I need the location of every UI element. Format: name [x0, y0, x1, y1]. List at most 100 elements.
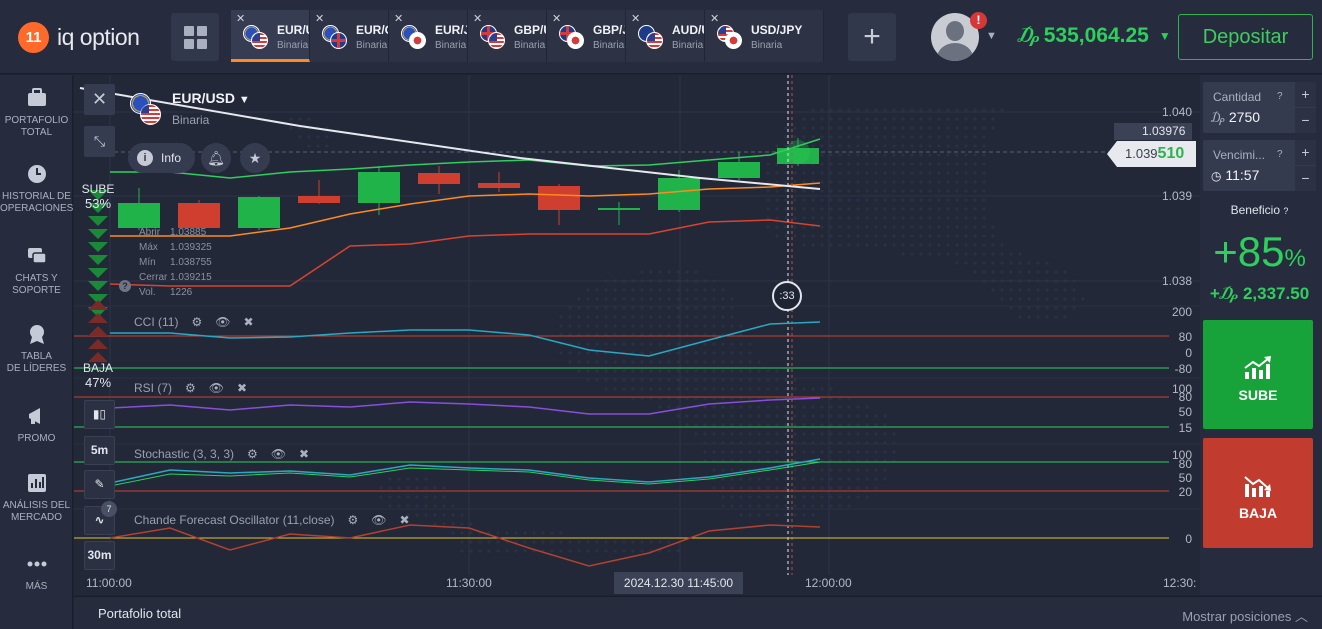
decrease-amount-button[interactable]: − — [1295, 108, 1316, 133]
help-icon[interactable]: ? — [119, 280, 131, 292]
ohlc-value: 1.039215 — [170, 272, 212, 283]
map-dot — [676, 369, 680, 373]
close-icon[interactable]: ✖ — [243, 315, 253, 329]
favorite-button[interactable]: ★ — [240, 143, 270, 173]
map-dot — [874, 126, 878, 130]
indicator-count-badge: 7 — [101, 501, 117, 517]
call-button[interactable]: SUBE — [1203, 320, 1313, 429]
map-dot — [847, 477, 851, 481]
map-dot — [649, 387, 653, 391]
tab-usd-jpy[interactable]: ✕ USD/JPY Binaria — [705, 10, 824, 62]
tab-gbp-j[interactable]: ✕ GBP/J Binaria — [547, 10, 626, 62]
us-flag-icon — [646, 32, 663, 49]
map-dot — [1036, 270, 1040, 274]
close-icon[interactable]: ✕ — [394, 12, 403, 25]
map-dot — [406, 495, 410, 499]
put-button[interactable]: BAJA — [1203, 438, 1313, 548]
map-dot — [640, 297, 644, 301]
close-icon[interactable]: ✕ — [631, 12, 640, 25]
logo[interactable]: 11 iq option — [18, 22, 140, 53]
map-dot — [613, 297, 617, 301]
map-dot — [640, 369, 644, 373]
gear-icon[interactable]: ⚙ — [247, 447, 258, 461]
alert-button[interactable]: 🔔︎ — [201, 143, 231, 173]
gear-icon[interactable]: ⚙ — [191, 315, 202, 329]
tab-gbp-u[interactable]: ✕ GBP/U Binaria — [468, 10, 547, 62]
map-dot — [685, 324, 689, 328]
chevron-down-icon[interactable]: ▼ — [986, 30, 997, 42]
assets-grid-button[interactable] — [171, 13, 219, 61]
close-icon[interactable]: ✕ — [710, 12, 719, 25]
sidebar-item-4[interactable]: PROMO — [0, 405, 73, 445]
draw-tool-button[interactable]: ✎ — [84, 470, 115, 499]
increase-amount-button[interactable]: + — [1295, 82, 1316, 107]
info-button[interactable]: i Info — [128, 143, 195, 173]
sidebar-item-3[interactable]: TABLA DE LÍDERES — [0, 323, 73, 375]
deposit-button[interactable]: Depositar — [1178, 14, 1313, 60]
expiry-value[interactable]: ◷ 11:57 — [1211, 167, 1259, 183]
gear-icon[interactable]: ⚙ — [348, 513, 359, 527]
close-icon[interactable]: ✖ — [400, 513, 410, 527]
map-dot — [919, 126, 923, 130]
balance[interactable]: ₯ 535,064.25 ▼ — [1018, 24, 1171, 48]
expiry-field[interactable]: Vencimi... ? ◷ 11:57 + − — [1203, 140, 1316, 191]
map-dot — [874, 432, 878, 436]
asset-name[interactable]: EUR/USD ▼ — [172, 90, 250, 106]
tab-eur-u[interactable]: ✕ EUR/U Binaria — [231, 10, 310, 62]
map-dot — [928, 207, 932, 211]
sidebar-item-1[interactable]: HISTORIAL DE OPERACIONES — [0, 163, 73, 215]
map-dot — [784, 198, 788, 202]
decrease-expiry-button[interactable]: − — [1295, 166, 1316, 191]
expiry-button[interactable]: 30m — [84, 541, 115, 570]
profit-label: Beneficio ? — [1230, 203, 1289, 217]
map-dot — [604, 369, 608, 373]
tab-eur-g[interactable]: ✕ EUR/G Binaria — [310, 10, 389, 62]
map-dot — [829, 486, 833, 490]
close-chart-button[interactable]: ✕ — [84, 84, 115, 115]
collapse-button[interactable]: ⤡ — [84, 126, 115, 157]
map-dot — [1000, 270, 1004, 274]
help-icon[interactable]: ? — [1277, 91, 1283, 102]
sidebar-item-5[interactable]: ANÁLISIS DEL MERCADO — [0, 472, 73, 524]
bottom-bar[interactable]: Portafolio total Mostrar posiciones ︿ — [74, 596, 1322, 629]
help-icon[interactable]: ? — [1277, 149, 1283, 160]
tab-aud-u[interactable]: ✕ AUD/U Binaria — [626, 10, 705, 62]
chart-type-button[interactable]: ▮▯ — [84, 400, 115, 429]
gear-icon[interactable]: ⚙ — [185, 381, 196, 395]
sidebar-item-label: TABLA DE LÍDERES — [6, 351, 67, 374]
increase-expiry-button[interactable]: + — [1295, 140, 1316, 165]
timeframe-button[interactable]: 5m — [84, 436, 115, 465]
map-dot — [775, 171, 779, 175]
map-dot — [325, 135, 329, 139]
map-dot — [901, 153, 905, 157]
sidebar-item-6[interactable]: MÁS — [0, 553, 73, 593]
ohlc-key: Cerrar — [139, 272, 168, 283]
add-tab-button[interactable]: + — [848, 13, 896, 61]
close-icon[interactable]: ✕ — [315, 12, 324, 25]
show-positions-button[interactable]: Mostrar posiciones ︿ — [1182, 606, 1308, 625]
sidebar-item-0[interactable]: PORTAFOLIO TOTAL — [0, 87, 73, 139]
map-dot — [712, 432, 716, 436]
eye-icon[interactable]: 👁︎ — [371, 513, 386, 527]
eye-icon[interactable]: 👁︎ — [271, 447, 286, 461]
eye-icon[interactable]: 👁︎ — [215, 315, 230, 329]
map-dot — [604, 342, 608, 346]
tab-eur-j[interactable]: ✕ EUR/J Binaria — [389, 10, 468, 62]
trend-down-icon — [1244, 476, 1271, 497]
amount-field[interactable]: Cantidad ? ₯ 2750 + − — [1203, 82, 1316, 133]
amount-value[interactable]: ₯ 2750 — [1211, 109, 1260, 125]
close-icon[interactable]: ✕ — [552, 12, 561, 25]
eye-icon[interactable]: 👁︎ — [209, 381, 224, 395]
map-dot — [1063, 306, 1067, 310]
map-dot — [982, 135, 986, 139]
sidebar-item-2[interactable]: CHATS Y SOPORTE — [0, 245, 73, 297]
map-dot — [739, 414, 743, 418]
close-icon[interactable]: ✖ — [299, 447, 309, 461]
map-dot — [676, 405, 680, 409]
map-dot — [838, 171, 842, 175]
close-icon[interactable]: ✖ — [237, 381, 247, 395]
help-icon[interactable]: ? — [1283, 206, 1288, 216]
close-icon[interactable]: ✕ — [236, 12, 245, 25]
close-icon[interactable]: ✕ — [473, 12, 482, 25]
map-dot — [919, 198, 923, 202]
